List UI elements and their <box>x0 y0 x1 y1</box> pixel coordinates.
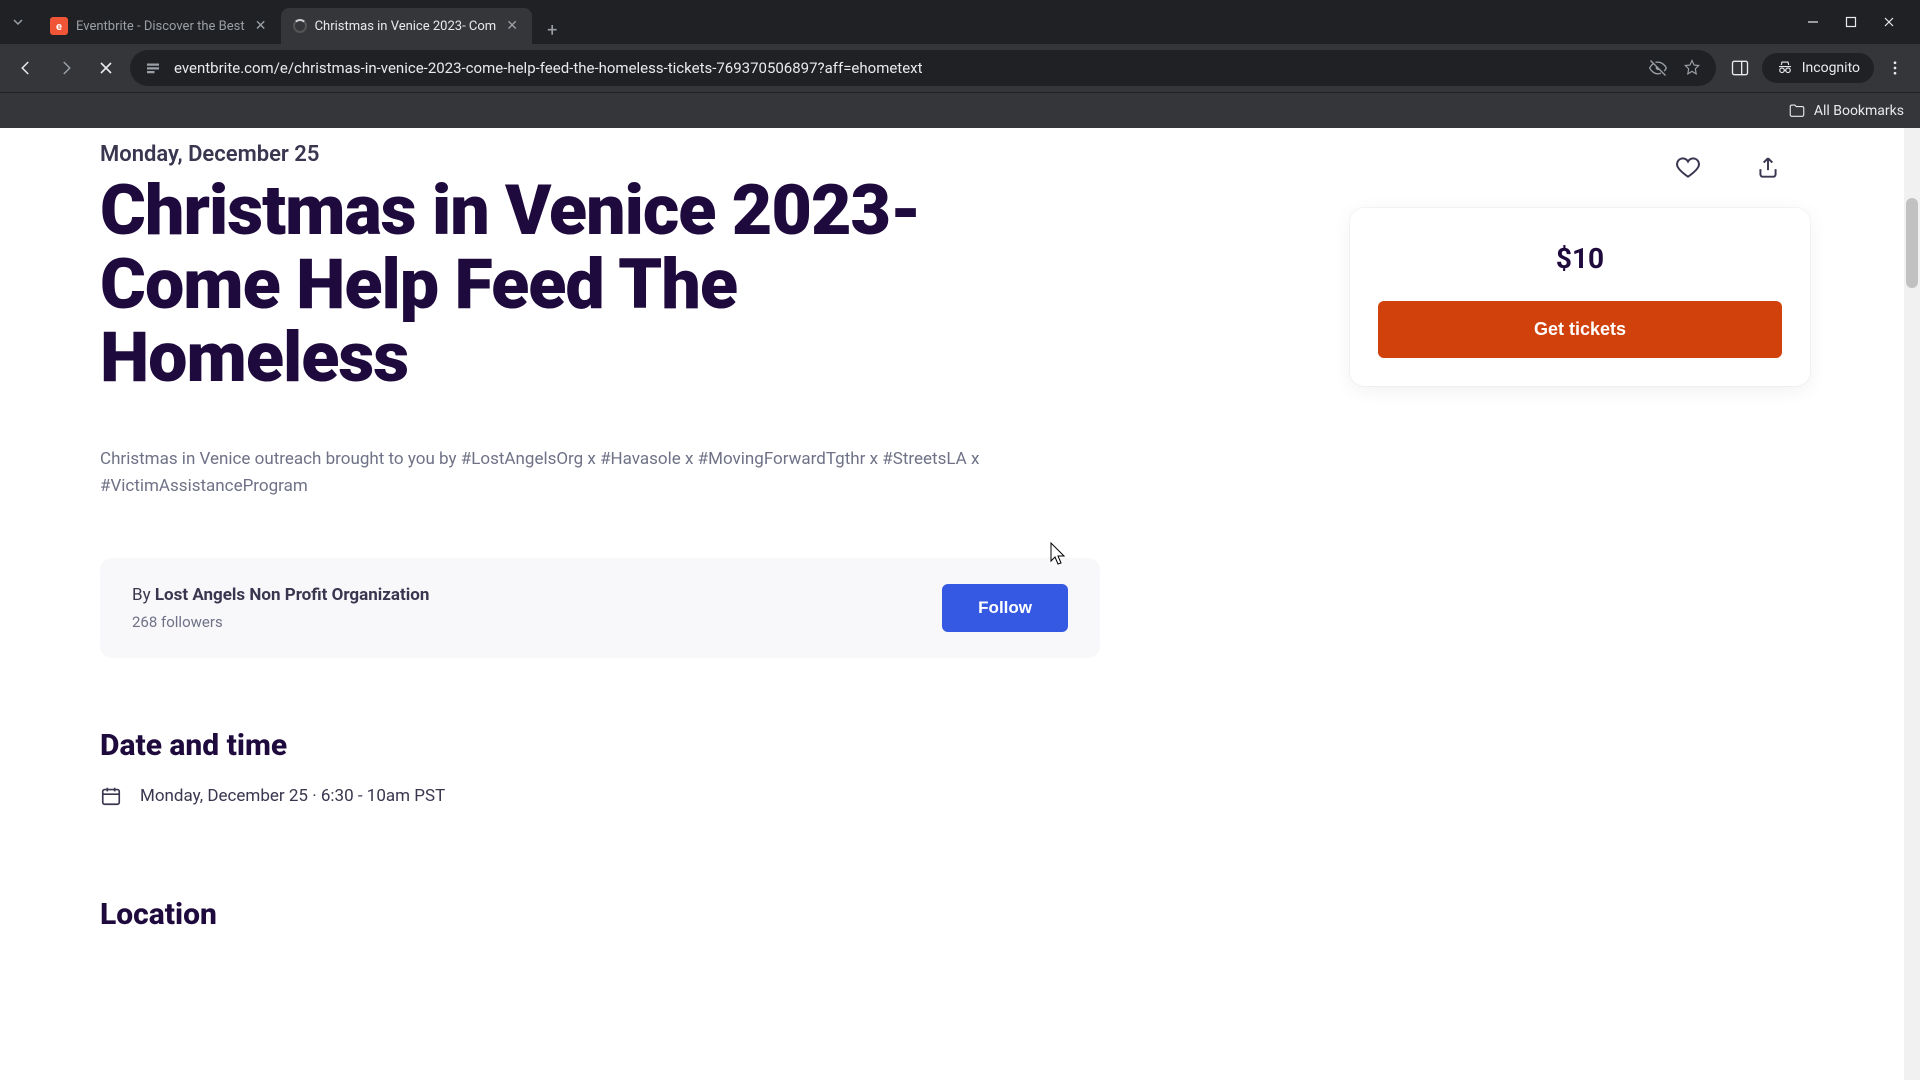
loading-favicon <box>293 19 307 33</box>
tab-eventbrite-home[interactable]: e Eventbrite - Discover the Best ✕ <box>38 8 281 44</box>
browser-tab-strip: e Eventbrite - Discover the Best ✕ Chris… <box>0 0 1920 44</box>
back-button[interactable] <box>10 52 42 84</box>
new-tab-button[interactable]: + <box>538 16 566 44</box>
get-tickets-button[interactable]: Get tickets <box>1378 301 1782 358</box>
site-info-icon[interactable] <box>144 59 162 77</box>
browser-toolbar: eventbrite.com/e/christmas-in-venice-202… <box>0 44 1920 92</box>
all-bookmarks-label: All Bookmarks <box>1814 103 1904 119</box>
eventbrite-favicon: e <box>50 17 68 35</box>
url-text: eventbrite.com/e/christmas-in-venice-202… <box>174 59 1636 77</box>
organizer-name[interactable]: Lost Angels Non Profit Organization <box>155 585 430 605</box>
tab-title: Eventbrite - Discover the Best <box>76 19 245 34</box>
follow-button[interactable]: Follow <box>942 584 1068 632</box>
event-description: Christmas in Venice outreach brought to … <box>100 446 1000 500</box>
like-button[interactable] <box>1666 146 1710 190</box>
maximize-icon[interactable] <box>1842 13 1860 31</box>
event-date-short: Monday, December 25 <box>100 142 1120 167</box>
organizer-info: By Lost Angels Non Profit Organization 2… <box>132 585 429 631</box>
organizer-followers: 268 followers <box>132 613 429 631</box>
tabs-container: e Eventbrite - Discover the Best ✕ Chris… <box>38 0 1788 44</box>
window-controls <box>1788 13 1914 31</box>
address-bar[interactable]: eventbrite.com/e/christmas-in-venice-202… <box>130 50 1716 86</box>
bookmarks-bar: All Bookmarks <box>0 92 1920 128</box>
close-window-icon[interactable] <box>1880 13 1898 31</box>
toolbar-right: Incognito <box>1724 53 1910 83</box>
calendar-icon <box>100 785 122 807</box>
tab-title: Christmas in Venice 2023- Com <box>315 19 497 34</box>
stop-reload-button[interactable] <box>90 52 122 84</box>
side-panel-icon[interactable] <box>1730 58 1750 78</box>
organizer-card: By Lost Angels Non Profit Organization 2… <box>100 558 1100 658</box>
tab-search-dropdown[interactable] <box>6 10 30 34</box>
ticket-price: $10 <box>1378 242 1782 275</box>
datetime-row: Monday, December 25 · 6:30 - 10am PST <box>100 785 1120 807</box>
incognito-label: Incognito <box>1802 60 1860 76</box>
minimize-icon[interactable] <box>1804 13 1822 31</box>
forward-button[interactable] <box>50 52 82 84</box>
organizer-byline: By Lost Angels Non Profit Organization <box>132 585 429 605</box>
share-icon <box>1755 155 1781 181</box>
ticket-panel: $10 Get tickets <box>1350 208 1810 386</box>
close-tab-icon[interactable]: ✕ <box>504 18 520 34</box>
close-tab-icon[interactable]: ✕ <box>253 18 269 34</box>
page-viewport: $10 Get tickets Monday, December 25 Chri… <box>0 128 1920 1080</box>
bookmark-star-icon[interactable] <box>1682 58 1702 78</box>
event-action-icons <box>1666 146 1790 190</box>
incognito-badge[interactable]: Incognito <box>1762 53 1874 83</box>
folder-icon <box>1788 102 1806 120</box>
eye-off-icon[interactable] <box>1648 58 1668 78</box>
incognito-icon <box>1776 59 1794 77</box>
heart-icon <box>1675 155 1701 181</box>
by-prefix: By <box>132 585 155 605</box>
page-content: $10 Get tickets Monday, December 25 Chri… <box>0 128 1920 994</box>
event-title: Christmas in Venice 2023- Come Help Feed… <box>100 175 1000 396</box>
datetime-heading: Date and time <box>100 728 1120 763</box>
chrome-menu-icon[interactable] <box>1886 59 1904 77</box>
datetime-value: Monday, December 25 · 6:30 - 10am PST <box>140 786 445 806</box>
tab-event-page[interactable]: Christmas in Venice 2023- Com ✕ <box>281 8 533 44</box>
share-button[interactable] <box>1746 146 1790 190</box>
main-column: Monday, December 25 Christmas in Venice … <box>100 142 1120 932</box>
all-bookmarks-button[interactable]: All Bookmarks <box>1788 102 1904 120</box>
location-heading: Location <box>100 897 1120 932</box>
address-bar-icons <box>1648 58 1702 78</box>
